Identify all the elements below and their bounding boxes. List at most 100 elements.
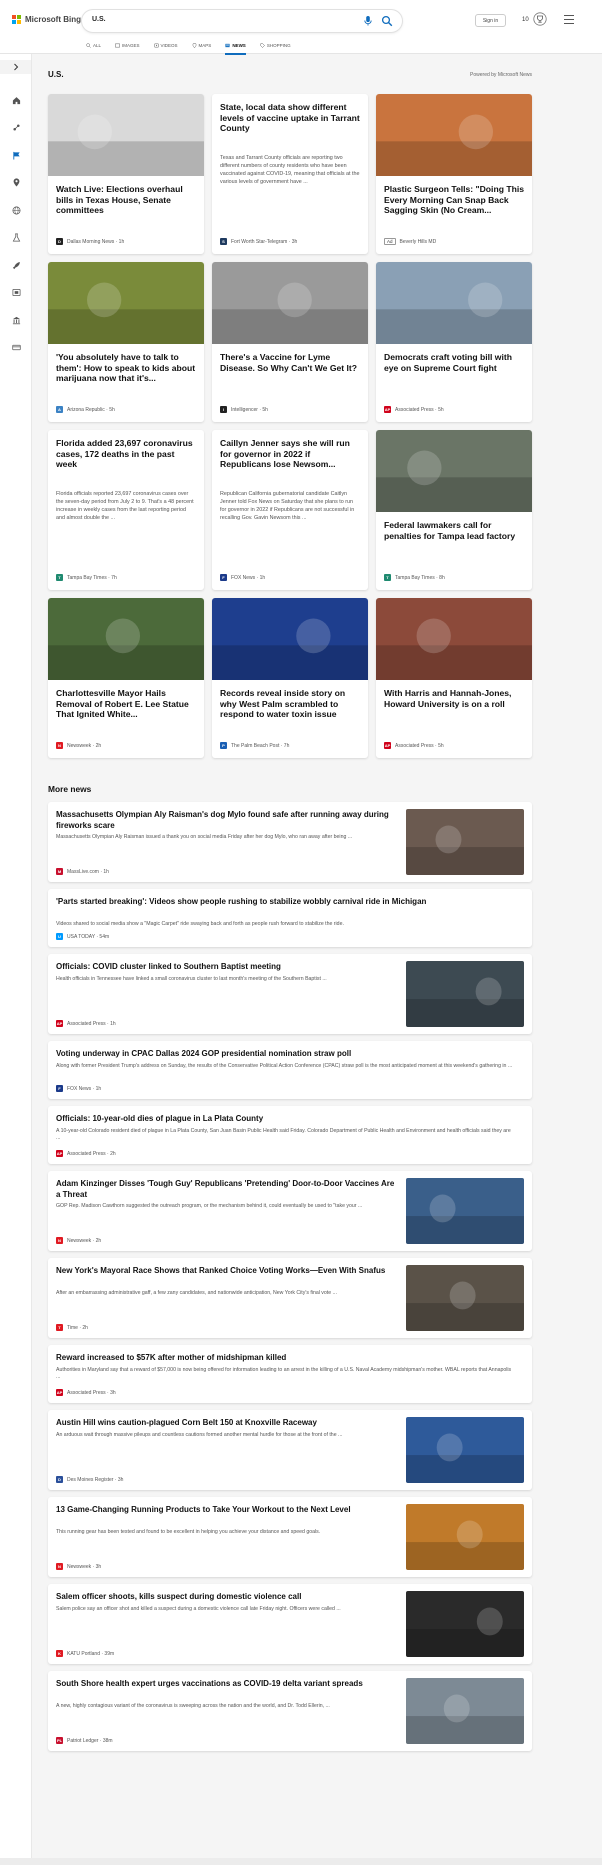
location-pin-icon[interactable] [10, 176, 22, 188]
list-item-title[interactable]: Voting underway in CPAC Dallas 2024 GOP … [56, 1049, 516, 1060]
news-source[interactable]: AP Associated Press · 5h [384, 406, 444, 413]
search-input[interactable]: U.S. [92, 16, 106, 23]
news-source[interactable]: N Newsweek · 2h [56, 742, 101, 749]
news-card-image[interactable] [48, 94, 204, 176]
news-card[interactable]: Charlottesville Mayor Hails Removal of R… [48, 598, 204, 758]
list-item[interactable]: 13 Game-Changing Running Products to Tak… [48, 1497, 532, 1577]
list-item-title[interactable]: Reward increased to $57K after mother of… [56, 1353, 516, 1364]
news-card-title[interactable]: Caillyn Jenner says she will run for gov… [220, 438, 360, 470]
news-card-title[interactable]: There's a Vaccine for Lyme Disease. So W… [220, 352, 360, 373]
news-card-title[interactable]: Federal lawmakers call for penalties for… [384, 520, 524, 541]
list-item-title[interactable]: South Shore health expert urges vaccinat… [56, 1679, 396, 1690]
tab-all[interactable]: ALL [86, 40, 101, 50]
list-item-thumbnail[interactable] [406, 1178, 524, 1244]
news-source[interactable]: S Fort Worth Star-Telegram · 3h [220, 238, 297, 245]
news-card[interactable]: Caillyn Jenner says she will run for gov… [212, 430, 368, 590]
news-card-image[interactable] [376, 94, 532, 176]
news-card-image[interactable] [376, 262, 532, 344]
news-card[interactable]: 'You absolutely have to talk to them': H… [48, 262, 204, 422]
news-source[interactable]: F FOX News · 1h [220, 574, 265, 581]
news-card-title[interactable]: With Harris and Hannah-Jones, Howard Uni… [384, 688, 524, 709]
list-item-thumbnail[interactable] [406, 1591, 524, 1657]
tab-news[interactable]: NEWS [225, 40, 246, 55]
news-source[interactable]: T Tampa Bay Times · 8h [384, 574, 445, 581]
list-item-title[interactable]: Officials: COVID cluster linked to South… [56, 962, 396, 973]
tab-videos[interactable]: VIDEOS [153, 40, 178, 50]
news-card-image[interactable] [48, 598, 204, 680]
list-item[interactable]: Massachusetts Olympian Aly Raisman's dog… [48, 802, 532, 882]
list-item-thumbnail[interactable] [406, 1504, 524, 1570]
news-source[interactable]: F FOX News · 1h [56, 1085, 101, 1092]
list-item-title[interactable]: 13 Game-Changing Running Products to Tak… [56, 1505, 396, 1516]
news-source[interactable]: D Des Moines Register · 3h [56, 1476, 123, 1483]
news-card-title[interactable]: Watch Live: Elections overhaul bills in … [56, 184, 196, 216]
list-item[interactable]: Voting underway in CPAC Dallas 2024 GOP … [48, 1041, 532, 1099]
news-card-title[interactable]: Records reveal inside story on why West … [220, 688, 360, 720]
list-item[interactable]: New York's Mayoral Race Shows that Ranke… [48, 1258, 532, 1338]
list-item[interactable]: Officials: COVID cluster linked to South… [48, 954, 532, 1034]
news-source[interactable]: U USA TODAY · 54m [56, 933, 109, 940]
list-item[interactable]: Adam Kinzinger Disses 'Tough Guy' Republ… [48, 1171, 532, 1251]
list-item-thumbnail[interactable] [406, 809, 524, 875]
list-item-thumbnail[interactable] [406, 1417, 524, 1483]
tab-maps[interactable]: MAPS [192, 40, 211, 50]
news-card-image[interactable] [376, 430, 532, 512]
microphone-icon[interactable] [362, 15, 374, 27]
globe-icon[interactable] [10, 204, 22, 216]
list-item[interactable]: South Shore health expert urges vaccinat… [48, 1671, 532, 1751]
news-card-image[interactable] [212, 262, 368, 344]
search-icon[interactable] [381, 15, 393, 27]
menu-hamburger-icon[interactable] [564, 15, 574, 24]
news-card[interactable]: Watch Live: Elections overhaul bills in … [48, 94, 204, 254]
list-item[interactable]: Austin Hill wins caution-plagued Corn Be… [48, 1410, 532, 1490]
news-card-image[interactable] [48, 262, 204, 344]
news-card-image[interactable] [376, 598, 532, 680]
rewards-trophy-icon[interactable] [533, 12, 547, 26]
news-card[interactable]: Plastic Surgeon Tells: "Doing This Every… [376, 94, 532, 254]
list-item-thumbnail[interactable] [406, 961, 524, 1027]
news-card[interactable]: With Harris and Hannah-Jones, Howard Uni… [376, 598, 532, 758]
news-source[interactable]: T Tampa Bay Times · 7h [56, 574, 117, 581]
news-card[interactable]: Democrats craft voting bill with eye on … [376, 262, 532, 422]
list-item[interactable]: Officials: 10-year-old dies of plague in… [48, 1106, 532, 1164]
rail-collapse-button[interactable] [0, 60, 31, 74]
entertainment-icon[interactable] [10, 286, 22, 298]
science-icon[interactable] [10, 231, 22, 243]
news-card-title[interactable]: State, local data show different levels … [220, 102, 360, 134]
news-source[interactable]: T Time · 2h [56, 1324, 88, 1331]
list-item-thumbnail[interactable] [406, 1678, 524, 1744]
list-item[interactable]: Salem officer shoots, kills suspect duri… [48, 1584, 532, 1664]
news-card[interactable]: There's a Vaccine for Lyme Disease. So W… [212, 262, 368, 422]
list-item-title[interactable]: Adam Kinzinger Disses 'Tough Guy' Republ… [56, 1179, 396, 1200]
list-item-title[interactable]: New York's Mayoral Race Shows that Ranke… [56, 1266, 396, 1277]
news-source[interactable]: AP Associated Press · 2h [56, 1150, 116, 1157]
news-card-title[interactable]: Charlottesville Mayor Hails Removal of R… [56, 688, 196, 720]
list-item-title[interactable]: 'Parts started breaking': Videos show pe… [56, 897, 516, 908]
news-source[interactable]: AP Associated Press · 5h [384, 742, 444, 749]
tab-images[interactable]: IMAGES [115, 40, 140, 50]
news-card-title[interactable]: Florida added 23,697 coronavirus cases, … [56, 438, 196, 470]
money-icon[interactable] [10, 341, 22, 353]
news-source[interactable]: N Newsweek · 3h [56, 1563, 101, 1570]
rocket-icon[interactable] [10, 259, 22, 271]
news-source[interactable]: K KATU Portland · 39m [56, 1650, 114, 1657]
news-source[interactable]: AP Associated Press · 3h [56, 1389, 116, 1396]
news-card-title[interactable]: Plastic Surgeon Tells: "Doing This Every… [384, 184, 524, 216]
news-source[interactable]: Ad Beverly Hills MD [384, 238, 436, 245]
news-card-title[interactable]: Democrats craft voting bill with eye on … [384, 352, 524, 373]
news-source[interactable]: A Arizona Republic · 5h [56, 406, 115, 413]
rewards-count[interactable]: 10 [522, 17, 529, 23]
list-item[interactable]: Reward increased to $57K after mother of… [48, 1345, 532, 1403]
news-card[interactable]: Records reveal inside story on why West … [212, 598, 368, 758]
news-source[interactable]: N Newsweek · 2h [56, 1237, 101, 1244]
flag-icon[interactable] [10, 149, 22, 161]
list-item-title[interactable]: Salem officer shoots, kills suspect duri… [56, 1592, 396, 1603]
news-source[interactable]: P The Palm Beach Post · 7h [220, 742, 289, 749]
news-card-image[interactable] [212, 598, 368, 680]
news-card[interactable]: State, local data show different levels … [212, 94, 368, 254]
bank-icon[interactable] [10, 314, 22, 326]
news-card-title[interactable]: 'You absolutely have to talk to them': H… [56, 352, 196, 384]
tab-shopping[interactable]: SHOPPING [260, 40, 291, 50]
list-item-title[interactable]: Massachusetts Olympian Aly Raisman's dog… [56, 810, 396, 831]
bing-logo[interactable]: Microsoft Bing [12, 15, 81, 24]
